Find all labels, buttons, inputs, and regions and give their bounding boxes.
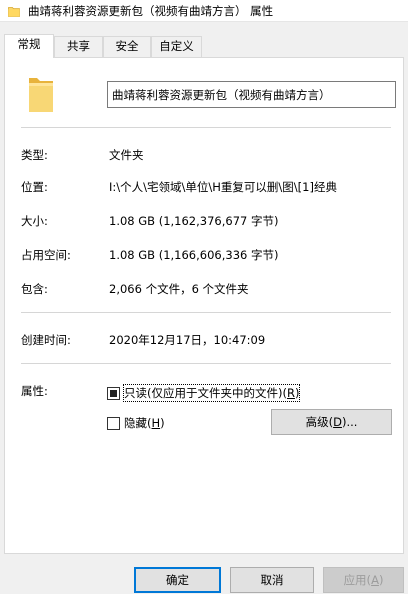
tab-sharing[interactable]: 共享 [54, 36, 103, 57]
disk-size-label: 占用空间: [21, 248, 71, 262]
location-value: I:\个人\宅领域\单位\H重复可以删\图\[1]经典 [109, 180, 337, 194]
tab-security[interactable]: 安全 [103, 36, 151, 57]
separator [21, 312, 391, 313]
contains-value: 2,066 个文件，6 个文件夹 [109, 282, 249, 296]
type-label: 类型: [21, 148, 48, 162]
tab-general[interactable]: 常规 [4, 34, 54, 58]
hidden-checkbox-row[interactable]: 隐藏(H) [107, 415, 165, 431]
separator [21, 127, 391, 128]
location-label: 位置: [21, 180, 48, 194]
hidden-checkbox[interactable] [107, 416, 120, 430]
general-panel: 类型: 文件夹 位置: I:\个人\宅领域\单位\H重复可以删\图\[1]经典 … [4, 57, 404, 554]
size-value: 1.08 GB (1,162,376,677 字节) [109, 214, 279, 228]
folder-icon [29, 78, 53, 112]
apply-button[interactable]: 应用(A) [323, 567, 404, 593]
contains-label: 包含: [21, 282, 48, 296]
readonly-label[interactable]: 只读(仅应用于文件夹中的文件)(R) [122, 384, 301, 402]
cancel-button[interactable]: 取消 [230, 567, 314, 593]
window-title: 曲靖蒋利蓉资源更新包（视频有曲靖方言） 属性 [28, 4, 274, 18]
created-label: 创建时间: [21, 333, 71, 347]
separator [21, 363, 391, 364]
readonly-checkbox[interactable] [107, 386, 120, 400]
size-label: 大小: [21, 214, 48, 228]
created-value: 2020年12月17日，10:47:09 [109, 333, 266, 347]
hidden-label[interactable]: 隐藏(H) [124, 415, 165, 431]
advanced-button[interactable]: 高级(D)... [271, 409, 392, 435]
ok-button[interactable]: 确定 [134, 567, 221, 593]
disk-size-value: 1.08 GB (1,166,606,336 字节) [109, 248, 279, 262]
type-value: 文件夹 [109, 148, 144, 162]
title-bar: 曲靖蒋利蓉资源更新包（视频有曲靖方言） 属性 [0, 0, 408, 22]
folder-icon [8, 7, 20, 17]
attributes-label: 属性: [21, 384, 48, 398]
tab-customize[interactable]: 自定义 [151, 36, 202, 57]
folder-name-input[interactable] [107, 81, 396, 108]
readonly-checkbox-row[interactable]: 只读(仅应用于文件夹中的文件)(R) [107, 384, 301, 402]
